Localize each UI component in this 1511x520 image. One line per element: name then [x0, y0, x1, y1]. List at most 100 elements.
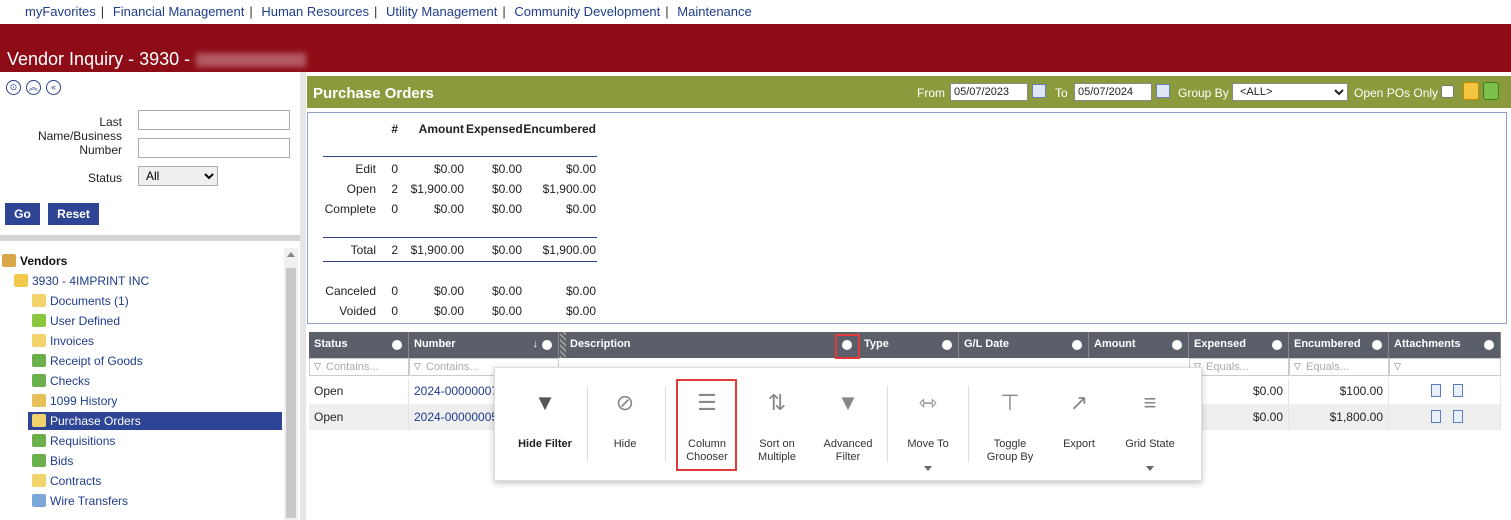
menu-separator — [665, 386, 666, 462]
tree-root-label: Vendors — [20, 254, 68, 268]
tree-scrollbar[interactable] — [284, 248, 298, 520]
menu-separator — [887, 386, 888, 462]
summary-row-count: 2 — [391, 243, 398, 257]
column-header-status[interactable]: Status — [309, 332, 409, 358]
documents-icon — [32, 294, 46, 307]
nav-maintenance[interactable]: Maintenance — [677, 4, 751, 19]
column-header-gl-date[interactable]: G/L Date — [959, 332, 1089, 358]
menu-sort-on-multiple[interactable]: ⇅ Sort on Multiple — [745, 368, 809, 482]
filter-encumbered[interactable]: Equals... — [1289, 358, 1389, 376]
column-gear-icon[interactable] — [942, 340, 952, 350]
menu-hide[interactable]: ⊘ Hide — [590, 368, 660, 482]
to-date-input[interactable] — [1074, 83, 1152, 101]
title-bar: Vendor Inquiry - 3930 - — [0, 24, 1511, 72]
column-header-label: Type — [864, 338, 889, 350]
column-gear-icon[interactable] — [1072, 340, 1082, 350]
hierarchy-icon: ⊤ — [1000, 390, 1020, 415]
column-gear-icon[interactable] — [1484, 340, 1494, 350]
tree-root-vendors[interactable]: Vendors — [2, 254, 67, 268]
last-name-input[interactable] — [138, 110, 290, 130]
menu-advanced-filter[interactable]: ▼ Advanced Filter — [813, 368, 883, 482]
menu-label: Hide — [613, 438, 637, 450]
column-header-type[interactable]: Type — [859, 332, 959, 358]
tree-item-purchase-orders[interactable]: Purchase Orders — [28, 412, 282, 430]
purchase-orders-header: Purchase Orders From To Group By <ALL> O… — [307, 76, 1511, 108]
people-icon[interactable] — [1483, 82, 1499, 100]
tree-item-receipt-of-goods[interactable]: Receipt of Goods — [32, 354, 143, 368]
calendar-icon[interactable] — [1032, 84, 1046, 98]
summary-row-encumbered: $0.00 — [565, 162, 596, 176]
column-gear-icon[interactable] — [392, 340, 402, 350]
tree-item-requisitions[interactable]: Requisitions — [32, 434, 115, 448]
attachment-list-icon[interactable] — [1453, 384, 1463, 397]
column-header-description[interactable]: Description — [559, 332, 859, 358]
filter-status[interactable]: Contains... — [309, 358, 409, 376]
menu-hide-filter[interactable]: ▼ Hide Filter — [505, 368, 585, 482]
tree-item-checks[interactable]: Checks — [32, 374, 90, 388]
open-pos-only-checkbox[interactable] — [1441, 85, 1454, 98]
tree-vendor-node[interactable]: 3930 - 4IMPRINT INC — [14, 274, 149, 288]
summary-row-count: 0 — [391, 162, 398, 176]
filter-attachments[interactable] — [1389, 358, 1501, 376]
scroll-up-icon[interactable] — [287, 252, 295, 257]
column-gear-icon[interactable] — [1172, 340, 1182, 350]
tree-item-documents[interactable]: Documents (1) — [32, 294, 129, 308]
calendar-icon[interactable] — [1156, 84, 1170, 98]
go-button[interactable]: Go — [5, 203, 40, 225]
attachment-list-icon[interactable] — [1453, 410, 1463, 423]
tree-item-user-defined[interactable]: User Defined — [32, 314, 120, 328]
column-header-label: G/L Date — [964, 338, 1010, 350]
collapse-up-icon[interactable]: ︽ — [26, 80, 41, 95]
summary-row-encumbered: $1,900.00 — [542, 243, 596, 257]
purchase-orders-icon — [32, 414, 46, 427]
column-header-expensed[interactable]: Expensed — [1189, 332, 1289, 358]
summary-header-encumbered: Encumbered — [523, 122, 596, 136]
sort-arrows-icon: ⇅ — [767, 390, 787, 415]
column-gear-icon[interactable] — [1272, 340, 1282, 350]
tree-item-invoices[interactable]: Invoices — [32, 334, 94, 348]
column-gear-icon[interactable] — [542, 340, 552, 350]
tree-item-wire-transfers[interactable]: Wire Transfers — [32, 494, 128, 508]
number-input[interactable] — [138, 138, 290, 158]
nav-myfavorites[interactable]: myFavorites — [25, 4, 96, 19]
collapse-left-icon[interactable]: « — [46, 80, 61, 95]
tree-item-bids[interactable]: Bids — [32, 454, 73, 468]
column-header-attachments[interactable]: Attachments — [1389, 332, 1501, 358]
summary-row-label: Canceled — [325, 284, 376, 298]
sort-desc-icon[interactable]: ↓ — [533, 338, 539, 350]
nav-financial-management[interactable]: Financial Management — [113, 4, 245, 19]
group-by-select[interactable]: <ALL> — [1232, 83, 1348, 101]
column-header-amount[interactable]: Amount — [1089, 332, 1189, 358]
menu-move-to[interactable]: ⇿ Move To — [891, 368, 965, 482]
last-name-label: Last Name/Business — [37, 115, 122, 143]
row-status: Open — [309, 404, 409, 430]
from-date-input[interactable] — [950, 83, 1028, 101]
summary-rule — [323, 237, 597, 238]
tree-item-1099-history[interactable]: 1099 History — [32, 394, 117, 408]
search-toggle-icon[interactable]: ⊙ — [6, 80, 21, 95]
tree-item-contracts[interactable]: Contracts — [32, 474, 101, 488]
panel-divider[interactable] — [0, 235, 300, 241]
nav-community-development[interactable]: Community Development — [514, 4, 660, 19]
menu-toggle-group-by[interactable]: ⊤ Toggle Group By — [973, 368, 1047, 482]
document-icon[interactable] — [1431, 384, 1441, 397]
column-drag-handle[interactable] — [560, 332, 566, 358]
reset-button[interactable]: Reset — [48, 203, 99, 225]
tree-item-label: Invoices — [50, 334, 95, 348]
column-header-number[interactable]: Number ↓ — [409, 332, 559, 358]
scroll-thumb[interactable] — [286, 268, 296, 518]
summary-row-expensed: $0.00 — [491, 243, 522, 257]
filter-expensed[interactable]: Equals... — [1189, 358, 1289, 376]
column-header-encumbered[interactable]: Encumbered — [1289, 332, 1389, 358]
panel-splitter[interactable] — [300, 72, 306, 520]
menu-export[interactable]: ↗ Export — [1047, 368, 1111, 482]
column-chooser-highlight — [676, 379, 737, 471]
document-icon[interactable] — [1431, 410, 1441, 423]
refresh-icon[interactable] — [1463, 82, 1479, 100]
nav-utility-management[interactable]: Utility Management — [386, 4, 497, 19]
column-gear-icon[interactable] — [1372, 340, 1382, 350]
nav-human-resources[interactable]: Human Resources — [261, 4, 369, 19]
menu-grid-state[interactable]: ≡ Grid State — [1113, 368, 1187, 482]
summary-row-encumbered: $1,900.00 — [542, 182, 596, 196]
status-select[interactable]: All — [138, 166, 218, 186]
